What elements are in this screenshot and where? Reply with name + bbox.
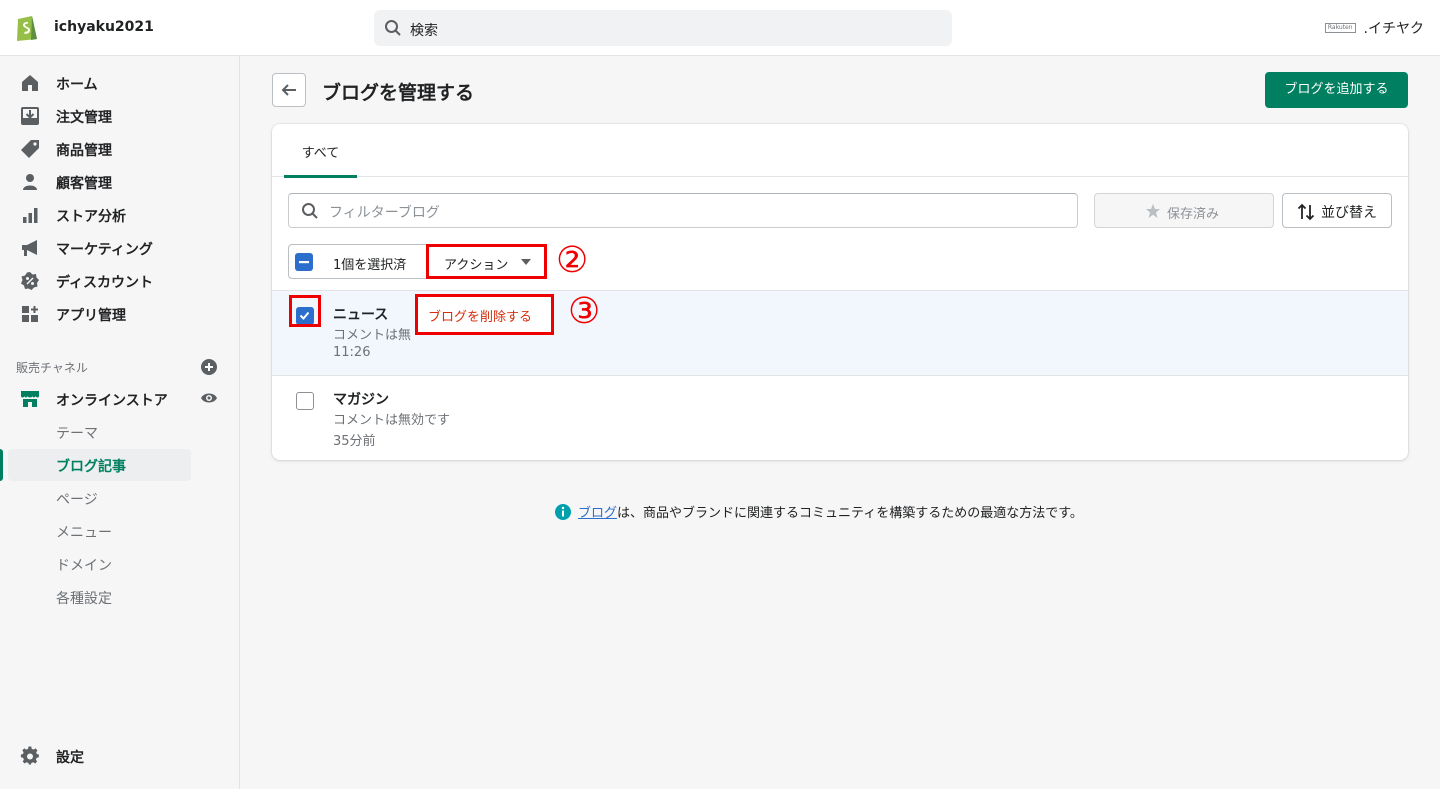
discount-icon [21, 272, 39, 290]
tab-active-indicator [284, 175, 357, 178]
page-title: ブログを管理する [322, 82, 475, 104]
actions-dropdown-button[interactable]: アクション [426, 244, 547, 279]
blog-comments-status: コメントは無 [333, 328, 412, 343]
blog-updated-time: 11:26 [333, 345, 371, 360]
sidebar-item-customers[interactable]: 顧客管理 [0, 167, 240, 197]
orders-icon [21, 107, 39, 125]
sidebar-item-label: ストア分析 [56, 209, 126, 225]
sidebar-item-label: オンラインストア [56, 393, 168, 409]
home-icon [22, 75, 38, 91]
sidebar-subitem-label: ドメイン [56, 558, 112, 574]
sidebar-item-home[interactable]: ホーム [0, 68, 240, 98]
blog-help-link[interactable]: ブログ [578, 506, 617, 521]
eye-icon[interactable] [200, 391, 218, 405]
sort-button[interactable]: 並び替え [1282, 193, 1392, 228]
tab-label: すべて [301, 146, 340, 161]
filter-input[interactable]: フィルターブログ [288, 193, 1078, 228]
sidebar-subitem-label: メニュー [56, 525, 112, 541]
blogs-card: すべて フィルターブログ 保存済み 並び替え 1個を選択済 アクション ② ニュ… [272, 124, 1408, 460]
sidebar-subitem-label: ブログ記事 [56, 459, 126, 475]
active-indicator [0, 449, 3, 481]
sidebar-item-label: 設定 [56, 750, 84, 766]
sidebar-item-label: マーケティング [56, 242, 153, 258]
info-icon [555, 503, 571, 520]
sidebar-item-label: 注文管理 [56, 110, 112, 126]
search-icon [302, 203, 318, 219]
delete-blog-menu-item[interactable]: ブログを削除する [428, 306, 532, 325]
blog-name[interactable]: マガジン [333, 389, 389, 409]
sidebar-item-orders[interactable]: 注文管理 [0, 101, 240, 131]
add-blog-button[interactable]: ブログを追加する [1265, 72, 1408, 108]
blog-name[interactable]: ニュース [333, 304, 388, 324]
saved-button-label: 保存済み [1167, 207, 1220, 222]
sidebar-item-label: アプリ管理 [56, 308, 126, 324]
tab-bar: すべて [272, 124, 1408, 178]
megaphone-icon [22, 240, 37, 256]
search-input[interactable]: 検索 [374, 10, 952, 46]
footer-text: は、商品やブランドに関連するコミュニティを構築するための最適な方法です。 [617, 506, 1083, 521]
filter-placeholder: フィルターブログ [329, 205, 440, 221]
add-channel-icon[interactable] [200, 358, 218, 376]
sidebar-item-discounts[interactable]: ディスカウント [0, 266, 240, 296]
tag-icon [21, 140, 39, 158]
sidebar-subitem-label: テーマ [56, 426, 98, 442]
actions-label: アクション [444, 258, 509, 273]
sidebar: ホーム 注文管理 商品管理 顧客管理 ストア分析 マーケティング ディスカウント… [0, 56, 240, 789]
person-icon [23, 174, 37, 190]
annotation-step-3: ③ [568, 291, 601, 332]
row-checkbox[interactable] [296, 392, 314, 410]
sales-channels-heading: 販売チャネル [16, 361, 88, 375]
sidebar-item-label: ホーム [56, 77, 98, 93]
sidebar-item-marketing[interactable]: マーケティング [0, 233, 240, 263]
back-button[interactable] [272, 73, 306, 107]
search-icon [385, 20, 401, 36]
sidebar-subitem-themes[interactable]: テーマ [0, 416, 240, 448]
sidebar-item-label: 顧客管理 [56, 176, 112, 192]
annotation-step-2: ② [556, 240, 589, 281]
indeterminate-checkbox-icon[interactable] [295, 253, 313, 271]
sort-icon [1297, 203, 1315, 221]
sidebar-subitem-label: 各種設定 [56, 591, 112, 607]
sidebar-item-settings[interactable]: 設定 [0, 741, 240, 771]
actions-dropdown-menu: ブログを削除する [415, 294, 554, 335]
sidebar-subitem-pages[interactable]: ページ [0, 482, 240, 514]
main-content: ブログを管理する ブログを追加する すべて フィルターブログ 保存済み 並び替え… [240, 56, 1440, 789]
sidebar-subitem-preferences[interactable]: 各種設定 [0, 581, 240, 613]
user-name: .イチヤク [1363, 21, 1424, 37]
star-icon [1146, 204, 1160, 218]
checkbox-highlight-box [289, 295, 321, 327]
sidebar-subitem-navigation[interactable]: メニュー [0, 515, 240, 547]
sidebar-subitem-label: ページ [56, 492, 98, 508]
saved-button[interactable]: 保存済み [1094, 193, 1274, 228]
sidebar-item-label: 商品管理 [56, 143, 112, 159]
search-placeholder: 検索 [410, 23, 438, 39]
apps-icon [22, 306, 38, 322]
selected-count-label: 1個を選択済 [333, 258, 407, 273]
bar-chart-icon [23, 208, 38, 223]
sort-button-label: 並び替え [1321, 205, 1377, 221]
blog-updated-time: 35分前 [333, 434, 376, 449]
store-name[interactable]: ichyaku2021 [54, 19, 154, 35]
top-bar: ichyaku2021 検索 Rakuten .イチヤク [0, 0, 1440, 56]
gear-icon [20, 746, 39, 765]
shopify-logo-icon[interactable] [14, 12, 40, 42]
sidebar-item-analytics[interactable]: ストア分析 [0, 200, 240, 230]
blog-comments-status: コメントは無効です [333, 413, 451, 428]
footer-note: ブログは、商品やブランドに関連するコミュニティを構築するための最適な方法です。 [554, 502, 1114, 521]
user-badge: Rakuten [1324, 23, 1356, 33]
sidebar-item-online-store[interactable]: オンラインストア [0, 384, 240, 414]
sidebar-item-apps[interactable]: アプリ管理 [0, 299, 240, 329]
table-row[interactable]: マガジン コメントは無効です 35分前 [272, 375, 1408, 460]
user-menu[interactable]: Rakuten .イチヤク [1324, 18, 1424, 38]
tab-all[interactable]: すべて [284, 124, 357, 178]
sidebar-subitem-blog-posts[interactable]: ブログ記事 [0, 449, 240, 481]
sidebar-subitem-domains[interactable]: ドメイン [0, 548, 240, 580]
caret-down-icon [521, 259, 531, 265]
sidebar-item-products[interactable]: 商品管理 [0, 134, 240, 164]
sidebar-item-label: ディスカウント [56, 275, 154, 291]
store-icon [21, 391, 39, 407]
arrow-left-icon [281, 84, 296, 96]
